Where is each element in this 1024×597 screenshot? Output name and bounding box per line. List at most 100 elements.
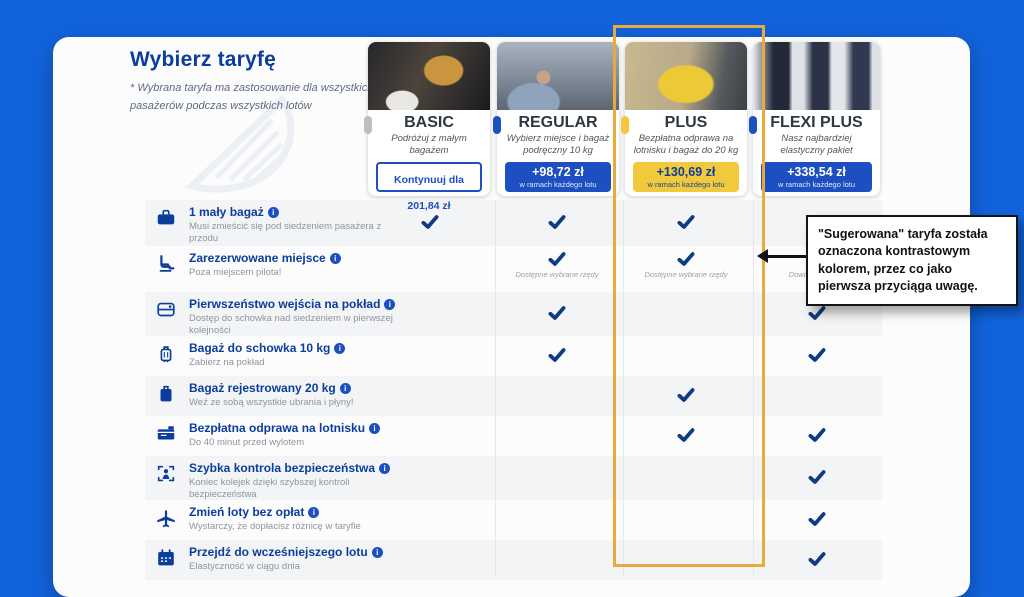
security-scanner-icon — [155, 463, 177, 485]
check-icon — [809, 552, 826, 571]
check-icon — [809, 512, 826, 531]
feature-title: Zarezerwowane miejscei — [189, 251, 419, 265]
included-cell — [678, 215, 695, 234]
checked-bag-icon — [155, 383, 177, 405]
airplane-icon — [155, 507, 177, 529]
photo-man-overhead-bin — [497, 42, 619, 110]
feature-row-calendar: Przejdź do wcześniejszego lotui Elastyczn… — [145, 540, 882, 580]
info-icon[interactable]: i — [340, 383, 351, 394]
check-icon — [809, 306, 826, 325]
feature-row-airplane: Zmień loty bez opłatiWystarczy, że dopła… — [145, 500, 882, 540]
feature-title: Przejdź do wcześniejszego lotui — [189, 545, 419, 559]
included-cell — [549, 215, 566, 234]
info-icon[interactable]: i — [330, 253, 341, 264]
plan-color-tab — [493, 116, 501, 134]
feature-subtitle: Koniec kolejek dzięki szybszej kontroli … — [189, 477, 409, 501]
plan-description: Bezpłatna odprawa na lotnisku i bagaż do… — [625, 132, 747, 162]
plan-name: PLUS — [625, 114, 747, 132]
plan-name: FLEXI PLUS — [753, 114, 880, 132]
calendar-icon — [155, 547, 177, 569]
plan-price-sublabel: w ramach każdego lotu — [633, 180, 739, 189]
column-divider — [753, 200, 754, 576]
plan-name: BASIC — [368, 114, 490, 132]
check-icon — [549, 215, 566, 234]
plan-select-button[interactable]: +130,69 złw ramach każdego lotu — [633, 162, 739, 192]
cell-caption: Dostępne wybrane rzędy — [516, 270, 599, 279]
column-divider — [495, 200, 496, 576]
check-icon — [678, 388, 695, 407]
included-cell — [809, 428, 826, 447]
photo-small-bag-under-seat — [368, 42, 490, 110]
photo-travellers-airport — [753, 42, 880, 110]
plan-price-sublabel: w ramach każdego lotu — [505, 180, 611, 189]
seat-icon — [155, 253, 177, 275]
plan-select-button[interactable]: +338,54 złw ramach każdego lotu — [761, 162, 872, 192]
plan-card-basic[interactable]: BASICPodróżuj z małym bagażemKontynuuj d… — [368, 42, 490, 196]
page-title: Wybierz taryfę — [130, 48, 276, 72]
plan-description: Wybierz miejsce i bagaż podręczny 10 kg — [497, 132, 619, 162]
info-icon[interactable]: i — [268, 207, 279, 218]
check-icon — [678, 428, 695, 447]
plan-color-tab — [621, 116, 629, 134]
feature-title: Bezpłatna odprawa na lotniskui — [189, 421, 419, 435]
feature-row-checked-bag: Bagaż rejestrowany 20 kgi Weź ze sobą wsz… — [145, 376, 882, 416]
check-in-desk-icon — [155, 423, 177, 445]
feature-row-cabin-bag: Bagaż do schowka 10 kgiZabierz na pokład — [145, 336, 882, 376]
feature-subtitle: Dostęp do schowka nad siedzeniem w pierw… — [189, 313, 409, 337]
plan-price-label: +338,54 zł — [761, 162, 872, 179]
check-icon — [809, 428, 826, 447]
plan-select-button[interactable]: Kontynuuj dla 201,84 zł — [376, 162, 482, 192]
plan-description: Podróżuj z małym bagażem — [368, 132, 490, 162]
feature-subtitle: Do 40 minut przed wylotem — [189, 437, 409, 449]
check-icon — [516, 252, 599, 271]
feature-subtitle: Musi zmieścić się pod siedzeniem pasażer… — [189, 221, 409, 245]
check-icon — [678, 215, 695, 234]
overhead-bin-icon — [155, 299, 177, 321]
plan-card-regular[interactable]: REGULARWybierz miejsce i bagaż podręczny… — [497, 42, 619, 196]
feature-subtitle: Weź ze sobą wszystkie ubrania i płyny! — [189, 397, 409, 409]
callout-connector-line — [766, 255, 806, 258]
included-cell — [809, 552, 826, 571]
info-icon[interactable]: i — [384, 299, 395, 310]
plan-color-tab — [749, 116, 757, 134]
info-icon[interactable]: i — [369, 423, 380, 434]
plan-price-sublabel: w ramach każdego lotu — [761, 180, 872, 189]
info-icon[interactable]: i — [379, 463, 390, 474]
included-cell: Dostępne wybrane rzędy — [645, 252, 728, 279]
photo-yellow-suitcase — [625, 42, 747, 110]
plan-select-button[interactable]: +98,72 złw ramach każdego lotu — [505, 162, 611, 192]
column-divider — [623, 200, 624, 576]
feature-title: Szybka kontrola bezpieczeństwai — [189, 461, 419, 475]
check-icon — [809, 470, 826, 489]
included-cell — [809, 512, 826, 531]
plan-description: Nasz najbardziej elastyczny pakiet — [753, 132, 880, 162]
feature-row-small-bag: 1 mały bagażiMusi zmieścić się pod siedz… — [145, 200, 882, 246]
info-icon[interactable]: i — [334, 343, 345, 354]
feature-title: Bagaż do schowka 10 kgi — [189, 341, 419, 355]
included-cell — [678, 388, 695, 407]
feature-subtitle: Wystarczy, że dopłacisz różnicę w taryfi… — [189, 521, 409, 533]
plan-price-label: Kontynuuj dla 201,84 zł — [378, 164, 480, 219]
feature-row-check-in-desk: Bezpłatna odprawa na lotniskui Do 40 minu… — [145, 416, 882, 456]
check-icon — [549, 348, 566, 367]
plan-card-flexi-plus[interactable]: FLEXI PLUSNasz najbardziej elastyczny pa… — [753, 42, 880, 196]
check-icon — [809, 348, 826, 367]
included-cell — [809, 470, 826, 489]
info-icon[interactable]: i — [308, 507, 319, 518]
callout-arrowhead-icon — [757, 249, 768, 263]
feature-subtitle: Elastyczność w ciągu dnia — [189, 561, 409, 573]
feature-row-seat: Zarezerwowane miejsceiPoza miejscem pilo… — [145, 246, 882, 292]
feature-row-overhead-bin: Pierwszeństwo wejścia na pokładi Dostęp d… — [145, 292, 882, 336]
included-cell — [678, 428, 695, 447]
info-icon[interactable]: i — [372, 547, 383, 558]
feature-title: Bagaż rejestrowany 20 kgi — [189, 381, 419, 395]
included-cell — [809, 306, 826, 325]
included-cell: Dostępne wybrane rzędy — [516, 252, 599, 279]
feature-title: Pierwszeństwo wejścia na pokładi — [189, 297, 419, 311]
plan-name: REGULAR — [497, 114, 619, 132]
plan-color-tab — [364, 116, 372, 134]
included-cell — [549, 306, 566, 325]
cabin-bag-icon — [155, 343, 177, 365]
feature-row-security-scanner: Szybka kontrola bezpieczeństwai Koniec ko… — [145, 456, 882, 500]
plan-card-plus[interactable]: PLUSBezpłatna odprawa na lotnisku i baga… — [625, 42, 747, 196]
